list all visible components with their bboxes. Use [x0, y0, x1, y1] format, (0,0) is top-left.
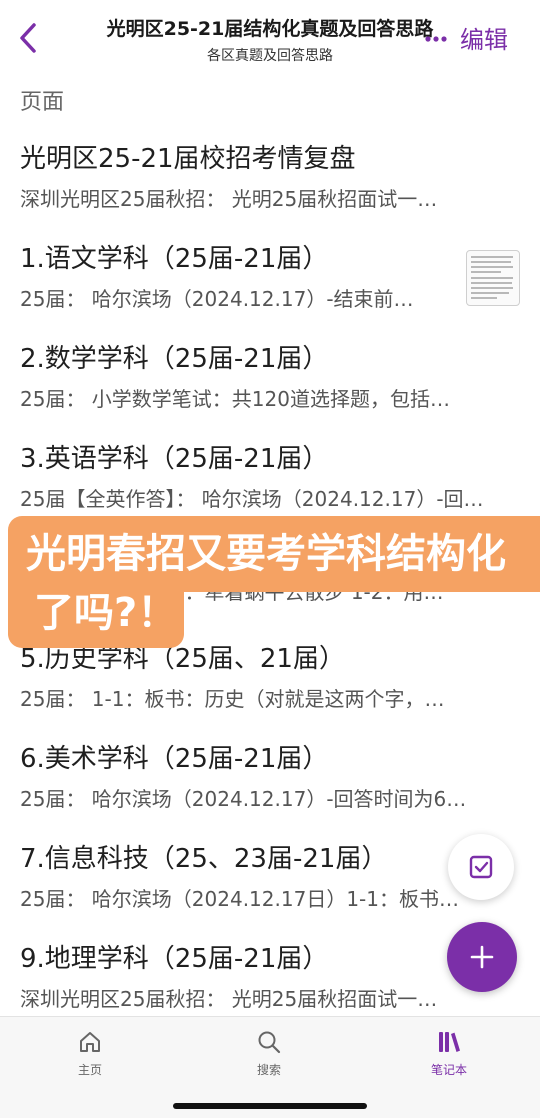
promo-overlay-line1: 光明春招又要考学科结构化 — [8, 516, 540, 592]
page-snippet: 25届： 小学数学笔试：共120道选择题，包括… — [20, 387, 450, 411]
more-options-button[interactable] — [424, 24, 448, 54]
tab-search[interactable]: 搜索 — [219, 1027, 319, 1093]
promo-overlay-line2: 了吗?！ — [8, 584, 184, 648]
page-snippet: 深圳光明区25届秋招： 光明25届秋招面试一… — [20, 187, 438, 211]
notebook-name: 各区真题及回答思路 — [207, 48, 333, 64]
page-snippet: 深圳光明区25届秋招： 光明25届秋招面试一… — [20, 987, 438, 1011]
page-item[interactable]: 9.地理学科（25届-21届） 深圳光明区25届秋招： 光明25届秋招面试一… — [20, 938, 520, 1018]
tab-search-label: 搜索 — [256, 1063, 281, 1077]
page-title: 7.信息科技（25、23届-21届） — [20, 844, 388, 874]
page-snippet: 25届： 哈尔滨场（2024.12.17）-回答时间为6… — [20, 787, 467, 811]
more-dots-icon — [425, 36, 447, 42]
new-task-button[interactable] — [448, 834, 514, 900]
chevron-left-icon — [20, 23, 36, 53]
page-title: 6.美术学科（25届-21届） — [20, 744, 329, 774]
page-snippet: 25届【全英作答】： 哈尔滨场（2024.12.17）-回… — [20, 487, 484, 511]
page-item[interactable]: 2.数学学科（25届-21届） 25届： 小学数学笔试：共120道选择题，包括… — [20, 338, 520, 418]
tab-home-label: 主页 — [77, 1063, 102, 1077]
page-title: 9.地理学科（25届-21届） — [20, 944, 329, 974]
home-indicator — [173, 1103, 367, 1109]
page-snippet: 25届： 哈尔滨场（2024.12.17）-结束前… — [20, 287, 414, 311]
page-title: 1.语文学科（25届-21届） — [20, 244, 329, 274]
add-page-button[interactable] — [447, 922, 517, 992]
page-thumbnail — [466, 250, 520, 306]
page-snippet: 25届： 哈尔滨场（2024.12.17日）1-1：板书… — [20, 887, 459, 911]
page-title: 3.英语学科（25届-21届） — [20, 444, 329, 474]
page-item[interactable]: 光明区25-21届校招考情复盘 深圳光明区25届秋招： 光明25届秋招面试一… — [20, 138, 520, 218]
page-item[interactable]: 5.历史学科（25届、21届） 25届： 1-1：板书：历史（对就是这两个字，… — [20, 638, 520, 718]
back-button[interactable] — [8, 18, 48, 58]
page-item[interactable]: 3.英语学科（25届-21届） 25届【全英作答】： 哈尔滨场（2024.12.… — [20, 438, 520, 518]
section-title: 光明区25-21届结构化真题及回答思路 — [106, 18, 434, 40]
search-icon — [258, 1031, 281, 1054]
page-title: 光明区25-21届校招考情复盘 — [20, 144, 356, 174]
bottom-tab-bar: 主页 搜索 笔记本 — [0, 1016, 540, 1118]
tab-notebooks-label: 笔记本 — [430, 1063, 467, 1077]
top-bar: 光明区25-21届结构化真题及回答思路 各区真题及回答思路 编辑 — [0, 0, 540, 78]
notebook-title-block: 光明区25-21届结构化真题及回答思路 各区真题及回答思路 — [60, 14, 480, 65]
page-item[interactable]: 1.语文学科（25届-21届） 25届： 哈尔滨场（2024.12.17）-结束… — [20, 238, 520, 318]
pages-section-label: 页面 — [20, 90, 65, 115]
page-item[interactable]: 7.信息科技（25、23届-21届） 25届： 哈尔滨场（2024.12.17日… — [20, 838, 520, 918]
tab-notebooks[interactable]: 笔记本 — [399, 1027, 499, 1093]
notebooks-icon — [439, 1032, 460, 1052]
plus-icon — [470, 945, 494, 969]
home-icon — [80, 1032, 100, 1052]
edit-button[interactable]: 编辑 — [460, 20, 508, 55]
page-snippet: 25届： 1-1：板书：历史（对就是这两个字，… — [20, 687, 445, 711]
tab-home[interactable]: 主页 — [40, 1027, 140, 1093]
page-item[interactable]: 6.美术学科（25届-21届） 25届： 哈尔滨场（2024.12.17）-回答… — [20, 738, 520, 818]
page-title: 2.数学学科（25届-21届） — [20, 344, 329, 374]
checkbox-task-icon — [469, 855, 493, 879]
